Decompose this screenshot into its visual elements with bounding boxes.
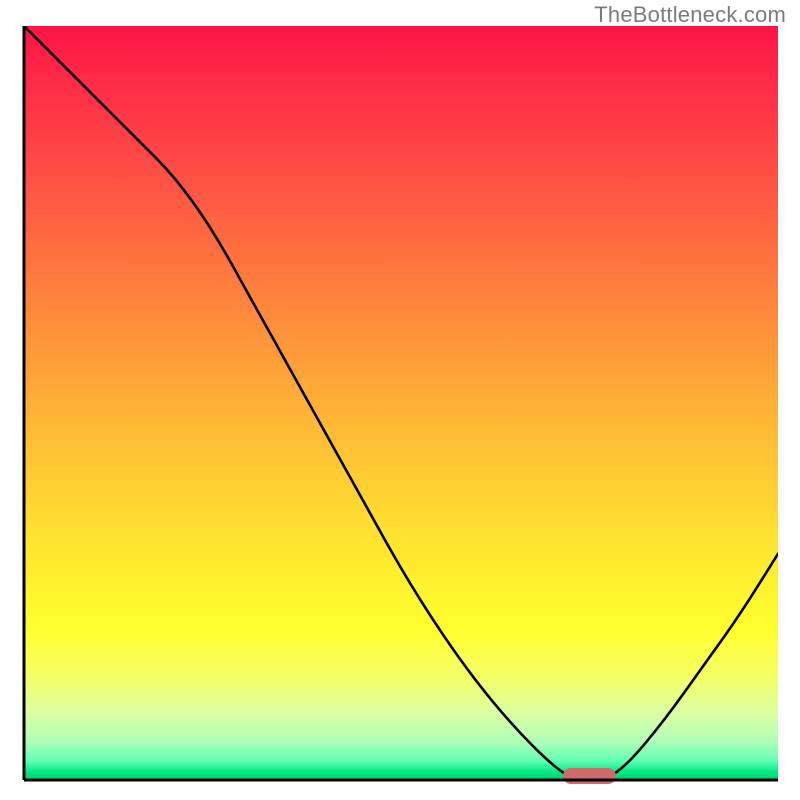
chart-container: TheBottleneck.com — [0, 0, 800, 800]
chart-gradient-background — [24, 26, 778, 780]
watermark-text: TheBottleneck.com — [594, 2, 786, 28]
